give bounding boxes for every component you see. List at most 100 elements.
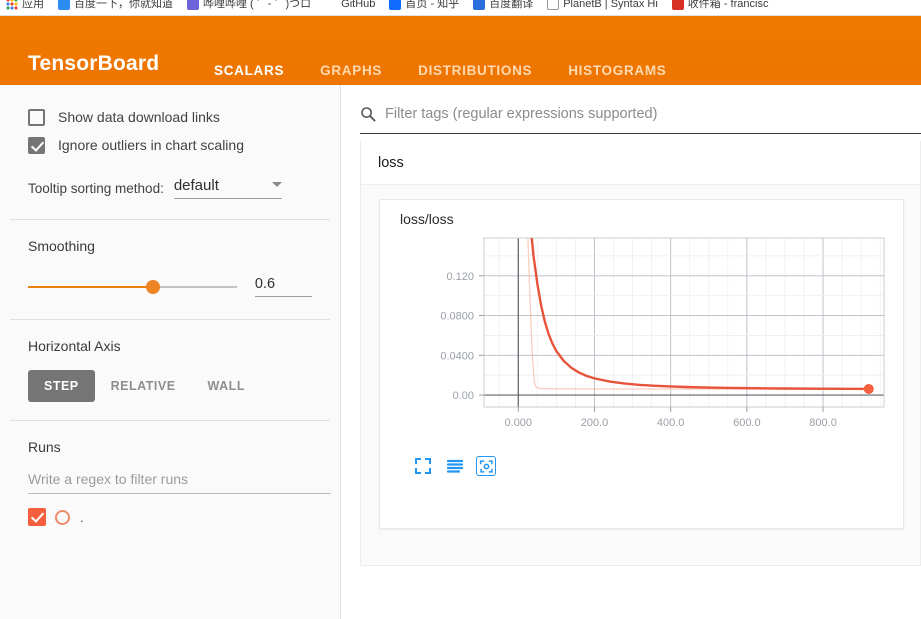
tooltip-sorting-row: Tooltip sorting method: default (28, 177, 312, 199)
tooltip-sorting-select[interactable]: default (173, 177, 282, 199)
checkbox-label: Ignore outliers in chart scaling (58, 137, 244, 153)
series-group (527, 238, 870, 391)
x-tick-label: 400.0 (657, 417, 685, 429)
bookmark-item[interactable]: 哗哩哗哩 ( ゜- ゜)つロ (187, 0, 311, 12)
run-color-swatch-icon (55, 509, 70, 525)
github-icon (325, 0, 338, 10)
checkbox-unchecked-icon[interactable] (28, 108, 45, 126)
humble-icon (187, 0, 199, 10)
runs-filter-input[interactable]: Write a regex to filter runs (28, 471, 331, 494)
data-series-lines-icon[interactable] (444, 455, 466, 477)
bookmark-label: 首页 - 知乎 (405, 0, 460, 10)
bookmark-label: 百度一下，你就知道 (74, 0, 173, 10)
y-tick-label: 0.0800 (440, 311, 474, 323)
run-list-item[interactable]: . (28, 508, 312, 526)
bookmark-item[interactable]: 百度一下，你就知道 (58, 0, 173, 12)
bookmark-label: 百度翻译 (489, 0, 534, 10)
smoothing-slider-fill (28, 285, 154, 288)
smoothing-control-row: 0.6 (28, 276, 312, 297)
x-tick-label: 600.0 (733, 417, 761, 429)
bookmark-item[interactable]: 首页 - 知乎 (389, 0, 459, 12)
bookmark-item[interactable]: PlanetB | Syntax Hi (547, 0, 658, 12)
planetb-icon (547, 0, 560, 10)
tab-distributions[interactable]: DISTRIBUTIONS (400, 56, 550, 86)
app-brand-title: TensorBoard (28, 52, 160, 75)
bookmark-label: 哗哩哗哩 ( ゜- ゜)つロ (203, 0, 312, 10)
x-tick-label: 800.0 (809, 417, 837, 429)
bookmark-item[interactable]: 百度翻译 (473, 0, 533, 12)
bookmark-label: GitHub (341, 0, 376, 10)
tag-category-card: loss loss/loss 0.120 0.0800 0.0400 0.00 0.00… (360, 141, 921, 566)
chart-toolbar (412, 455, 506, 477)
smoothing-slider-thumb[interactable] (146, 279, 161, 294)
x-tick-label: 200.0 (581, 417, 609, 429)
tooltip-sorting-value: default (173, 177, 219, 194)
smoothing-value: 0.6 (254, 276, 276, 292)
category-name-label: loss (378, 154, 404, 171)
reset-zoom-icon[interactable] (476, 456, 496, 476)
y-tick-label: 0.00 (453, 390, 474, 402)
tab-label: GRAPHS (320, 63, 383, 78)
tag-filter-placeholder[interactable]: Filter tags (regular expressions support… (385, 106, 657, 122)
tab-scalars[interactable]: SCALARS (196, 56, 302, 86)
axis-button-wall[interactable]: WALL (192, 370, 261, 402)
tab-label: DISTRIBUTIONS (418, 63, 533, 78)
run-checkbox-checked-icon[interactable] (28, 508, 46, 526)
bookmark-label: 收件箱 - francisc (687, 0, 769, 10)
horizontal-axis-title: Horizontal Axis (28, 338, 121, 354)
smoothing-slider[interactable] (28, 279, 237, 294)
y-tick-label: 0.0400 (440, 350, 474, 362)
smoothing-value-field[interactable]: 0.6 (254, 276, 312, 297)
checkbox-ignore-outliers[interactable]: Ignore outliers in chart scaling (28, 131, 312, 159)
chart-plot-area[interactable]: 0.120 0.0800 0.0400 0.00 0.000 200.0 400.0 600.… (396, 230, 896, 445)
horizontal-axis-button-group: STEP RELATIVE WALL (28, 370, 312, 402)
tab-histograms[interactable]: HISTOGRAMS (550, 56, 684, 86)
bookmark-label: 应用 (22, 0, 44, 10)
apps-grid-icon (6, 0, 18, 10)
x-tick-label: 0.000 (505, 417, 533, 429)
sidebar-divider (10, 420, 330, 421)
data-point-marker (863, 383, 874, 394)
tooltip-sorting-label: Tooltip sorting method: (28, 181, 164, 196)
tab-label: SCALARS (214, 63, 285, 78)
y-tick-label: 0.120 (446, 271, 474, 283)
checkbox-checked-icon[interactable] (28, 136, 45, 154)
tensorboard-app-bar: TensorBoard SCALARS GRAPHS DISTRIBUTIONS HI… (0, 16, 921, 101)
category-header-loss[interactable]: loss (361, 141, 920, 185)
chart-svg[interactable]: 0.120 0.0800 0.0400 0.00 0.000 200.0 400.0 600.… (396, 230, 896, 445)
scalars-main-pane: Filter tags (regular expressions support… (341, 85, 921, 619)
scalar-chart-card: loss/loss 0.120 0.0800 0.0400 0.00 0.000 200.… (379, 199, 904, 529)
bookmark-item[interactable]: 收件箱 - francisc (671, 0, 769, 12)
checkbox-show-data-download-links[interactable]: Show data download links (28, 103, 312, 131)
baidu-fanyi-icon (473, 0, 486, 10)
tag-filter-bar[interactable]: Filter tags (regular expressions support… (360, 95, 921, 134)
chart-title: loss/loss (400, 211, 454, 227)
axis-button-label: WALL (207, 379, 245, 393)
smoothing-section: Smoothing 0.6 (0, 238, 340, 297)
mail-icon (671, 0, 684, 10)
data-series-line (527, 238, 870, 390)
settings-sidebar: Show data download links Ignore outliers… (0, 85, 341, 619)
horizontal-axis-section: Horizontal Axis STEP RELATIVE WALL (0, 338, 340, 402)
axis-button-label: STEP (44, 379, 79, 393)
axis-button-step[interactable]: STEP (28, 370, 95, 402)
checkbox-label: Show data download links (58, 109, 220, 125)
browser-bookmarks-bar: 应用 百度一下，你就知道 哗哩哗哩 ( ゜- ゜)つロ GitHub 首页 - 知乎 百度… (0, 0, 921, 16)
runs-title: Runs (28, 439, 61, 455)
bookmark-label: PlanetB | Syntax Hi (563, 0, 658, 10)
tab-label: HISTOGRAMS (568, 63, 667, 78)
bookmark-item[interactable]: 应用 (6, 0, 44, 12)
chevron-down-icon (271, 181, 282, 187)
bookmark-item[interactable]: GitHub (325, 0, 375, 12)
zhihu-icon (389, 0, 402, 10)
tab-graphs[interactable]: GRAPHS (302, 56, 400, 86)
search-icon (361, 107, 376, 122)
runs-section: Runs Write a regex to filter runs . (0, 439, 340, 526)
run-name-label: . (80, 509, 84, 525)
sidebar-divider (10, 219, 330, 220)
smoothing-title: Smoothing (28, 238, 95, 254)
axis-button-relative[interactable]: RELATIVE (95, 370, 192, 402)
axis-button-label: RELATIVE (110, 379, 176, 393)
expand-fullscreen-icon[interactable] (412, 455, 434, 477)
checkbox-group: Show data download links Ignore outliers… (0, 85, 340, 199)
